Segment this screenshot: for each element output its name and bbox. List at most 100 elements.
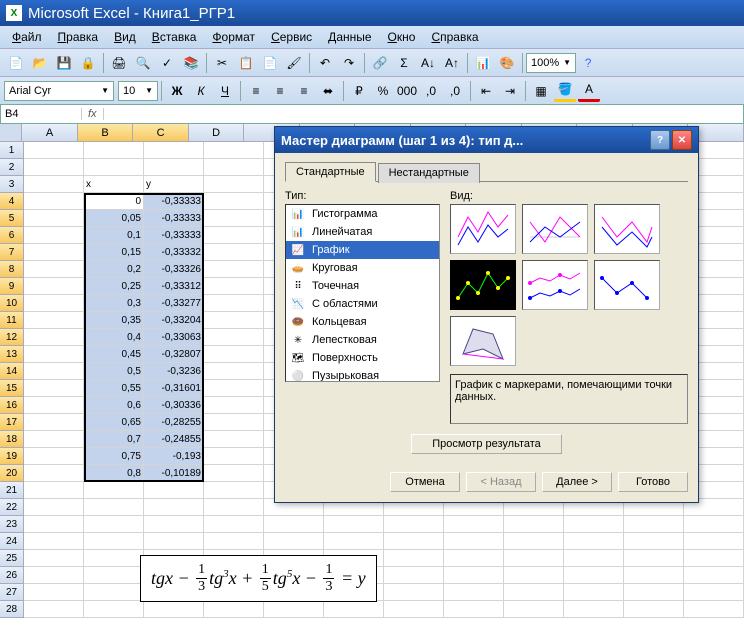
cell[interactable] (84, 159, 144, 176)
row-header-27[interactable]: 27 (0, 584, 24, 601)
next-button[interactable]: Далее > (542, 472, 612, 492)
menu-окно[interactable]: Окно (380, 28, 424, 46)
cell[interactable] (444, 550, 504, 567)
cell[interactable] (84, 533, 144, 550)
comma-icon[interactable]: 000 (396, 80, 418, 102)
align-left-icon[interactable]: ≡ (245, 80, 267, 102)
save-icon[interactable]: 💾 (53, 52, 75, 74)
menu-сервис[interactable]: Сервис (263, 28, 320, 46)
menu-формат[interactable]: Формат (204, 28, 263, 46)
research-icon[interactable]: 📚 (180, 52, 202, 74)
cell[interactable]: -0,30336 (144, 397, 204, 414)
cancel-button[interactable]: Отмена (390, 472, 460, 492)
cell[interactable]: 0,65 (84, 414, 144, 431)
preview-result-button[interactable]: Просмотр результата (411, 434, 562, 454)
cell[interactable] (204, 227, 264, 244)
open-icon[interactable]: 📂 (29, 52, 51, 74)
cell[interactable]: -0,31601 (144, 380, 204, 397)
cell[interactable]: -0,33333 (144, 193, 204, 210)
chart-type-График[interactable]: 📈График (286, 241, 439, 259)
cell[interactable] (84, 499, 144, 516)
font-combo[interactable]: Arial Cyr▼ (4, 81, 114, 101)
cell[interactable] (24, 499, 84, 516)
chart-subtype-4[interactable] (522, 260, 588, 310)
autosum-icon[interactable]: Σ (393, 52, 415, 74)
undo-icon[interactable]: ↶ (314, 52, 336, 74)
cell[interactable]: -0,3236 (144, 363, 204, 380)
row-header-12[interactable]: 12 (0, 329, 24, 346)
cell[interactable]: 0,7 (84, 431, 144, 448)
redo-icon[interactable]: ↷ (338, 52, 360, 74)
cell[interactable]: -0,33326 (144, 261, 204, 278)
cell[interactable] (324, 516, 384, 533)
cell[interactable] (24, 346, 84, 363)
cell[interactable] (204, 346, 264, 363)
cell[interactable]: -0,33204 (144, 312, 204, 329)
cell[interactable] (624, 601, 684, 618)
cell[interactable] (204, 142, 264, 159)
cell[interactable] (24, 244, 84, 261)
chart-type-Поверхность[interactable]: 🗺Поверхность (286, 349, 439, 367)
align-right-icon[interactable]: ≡ (293, 80, 315, 102)
cell[interactable] (684, 550, 744, 567)
cell[interactable]: 0,25 (84, 278, 144, 295)
cell[interactable] (24, 312, 84, 329)
row-header-15[interactable]: 15 (0, 380, 24, 397)
col-header-C[interactable]: C (133, 124, 189, 142)
menu-данные[interactable]: Данные (320, 28, 379, 46)
menu-правка[interactable]: Правка (50, 28, 107, 46)
cell[interactable] (24, 176, 84, 193)
menu-файл[interactable]: Файл (4, 28, 50, 46)
menu-справка[interactable]: Справка (423, 28, 486, 46)
cell[interactable] (24, 465, 84, 482)
bold-icon[interactable]: Ж (166, 80, 188, 102)
row-header-16[interactable]: 16 (0, 397, 24, 414)
chart-subtype-5[interactable] (594, 260, 660, 310)
drawing-icon[interactable]: 🎨 (496, 52, 518, 74)
cell[interactable] (384, 567, 444, 584)
cell[interactable] (204, 448, 264, 465)
help-button[interactable]: ? (650, 130, 670, 150)
cell[interactable] (24, 295, 84, 312)
cell[interactable]: 0,45 (84, 346, 144, 363)
cell[interactable] (24, 584, 84, 601)
cell[interactable] (384, 533, 444, 550)
help-icon[interactable]: ? (577, 52, 599, 74)
cell[interactable] (564, 567, 624, 584)
row-header-26[interactable]: 26 (0, 567, 24, 584)
cell[interactable] (204, 533, 264, 550)
sort-asc-icon[interactable]: A↓ (417, 52, 439, 74)
chart-type-Гистограмма[interactable]: 📊Гистограмма (286, 205, 439, 223)
align-center-icon[interactable]: ≡ (269, 80, 291, 102)
col-header-A[interactable]: A (22, 124, 78, 142)
cell[interactable] (444, 516, 504, 533)
cell[interactable] (444, 601, 504, 618)
cell[interactable] (264, 533, 324, 550)
tab-0[interactable]: Стандартные (285, 162, 376, 182)
col-header-B[interactable]: B (78, 124, 134, 142)
cell[interactable]: -0,33063 (144, 329, 204, 346)
row-header-5[interactable]: 5 (0, 210, 24, 227)
cell[interactable] (144, 482, 204, 499)
italic-icon[interactable]: К (190, 80, 212, 102)
cell[interactable] (84, 516, 144, 533)
cell[interactable]: x (84, 176, 144, 193)
cell[interactable] (204, 431, 264, 448)
cell[interactable] (24, 261, 84, 278)
chart-subtype-0[interactable] (450, 204, 516, 254)
cell[interactable] (264, 516, 324, 533)
cell[interactable] (204, 482, 264, 499)
cell[interactable] (24, 482, 84, 499)
cell[interactable] (204, 380, 264, 397)
dec-decimal-icon[interactable]: ,0 (444, 80, 466, 102)
cell[interactable]: -0,10189 (144, 465, 204, 482)
cell[interactable] (204, 210, 264, 227)
chart-type-Кольцевая[interactable]: 🍩Кольцевая (286, 313, 439, 331)
cell[interactable] (624, 516, 684, 533)
cell[interactable] (264, 601, 324, 618)
cell[interactable] (504, 533, 564, 550)
sort-desc-icon[interactable]: A↑ (441, 52, 463, 74)
cell[interactable] (24, 414, 84, 431)
cell[interactable] (624, 550, 684, 567)
cell[interactable]: -0,33333 (144, 210, 204, 227)
